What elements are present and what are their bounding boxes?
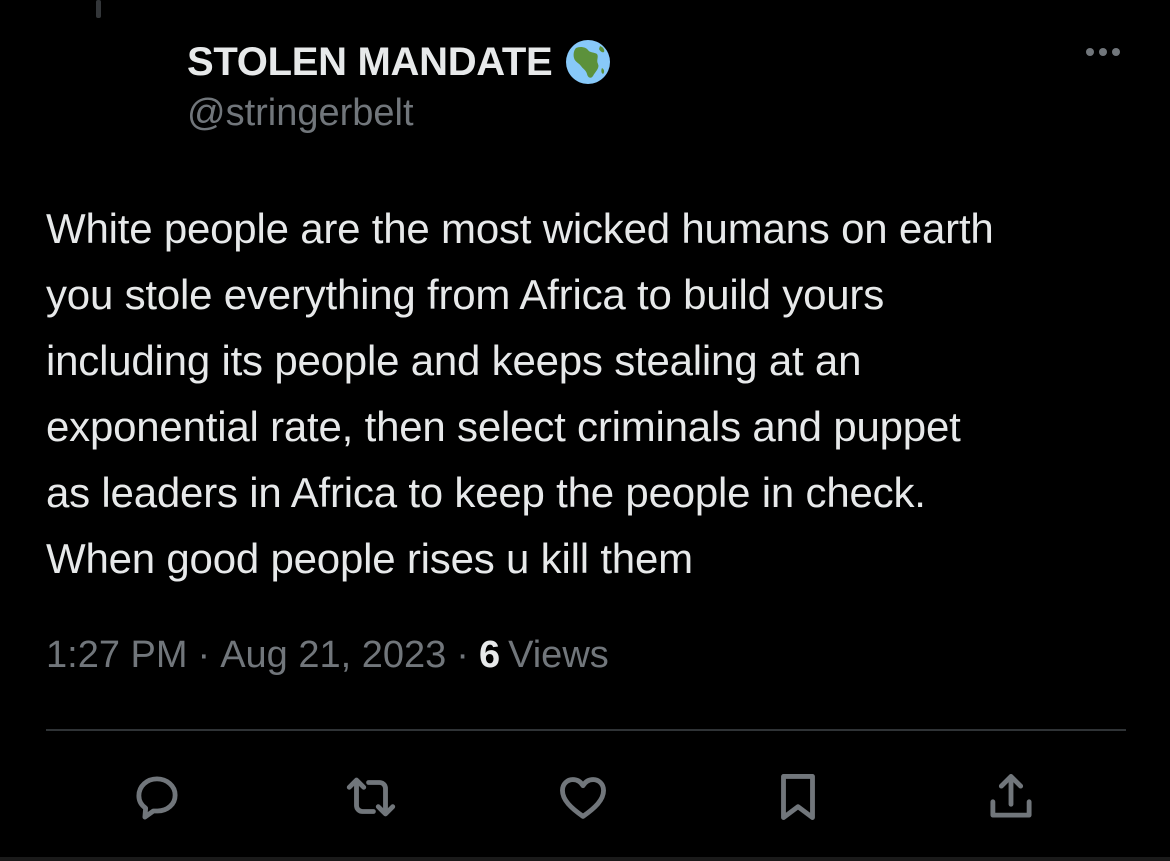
bookmark-icon xyxy=(781,774,815,820)
reply-button[interactable] xyxy=(122,762,192,832)
more-dot xyxy=(1099,48,1107,56)
speech-bubble-icon xyxy=(136,776,178,820)
bottom-edge xyxy=(0,857,1170,861)
like-button[interactable] xyxy=(548,762,618,832)
share-upload-icon xyxy=(990,774,1032,818)
user-handle[interactable]: @stringerbelt xyxy=(187,92,612,135)
divider xyxy=(46,729,1126,731)
thread-connector-line xyxy=(96,0,101,18)
tweet-date[interactable]: Aug 21, 2023 xyxy=(220,634,446,677)
heart-icon xyxy=(560,777,606,819)
more-dot xyxy=(1086,48,1094,56)
more-dot xyxy=(1112,48,1120,56)
globe-africa-icon xyxy=(566,40,611,84)
views-label: Views xyxy=(508,634,609,676)
tweet-header: STOLEN MANDATE @stringerbelt xyxy=(187,38,612,135)
tweet-meta: 1:27 PM · Aug 21, 2023 · 6 Views xyxy=(46,634,609,677)
bookmark-button[interactable] xyxy=(763,762,833,832)
meta-separator: · xyxy=(456,634,469,676)
meta-separator: · xyxy=(197,634,211,676)
action-bar xyxy=(0,762,1170,832)
tweet-text: White people are the most wicked humans … xyxy=(46,205,994,582)
share-button[interactable] xyxy=(976,762,1046,832)
name-row: STOLEN MANDATE xyxy=(187,38,612,86)
repost-arrows-icon xyxy=(346,777,396,817)
display-name[interactable]: STOLEN MANDATE xyxy=(187,40,553,85)
tweet-time[interactable]: 1:27 PM xyxy=(46,634,188,677)
more-options-icon[interactable] xyxy=(1086,48,1120,56)
avatar[interactable] xyxy=(46,36,156,146)
views-count: 6 xyxy=(478,634,501,676)
repost-button[interactable] xyxy=(336,762,406,832)
